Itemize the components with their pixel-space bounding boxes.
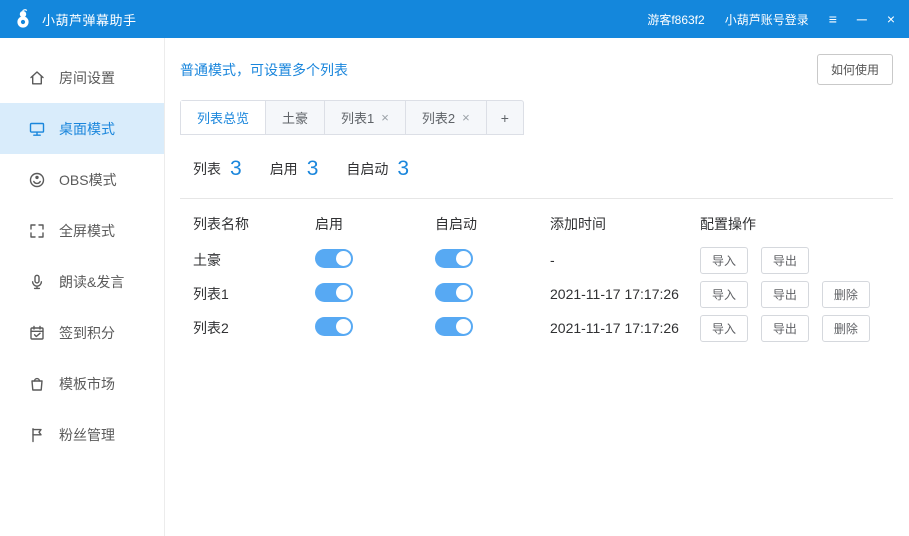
fullscreen-icon bbox=[28, 222, 46, 240]
col-header-enabled: 启用 bbox=[315, 214, 435, 234]
account-login-link[interactable]: 小葫芦账号登录 bbox=[725, 11, 809, 28]
titlebar-right: 游客f863f2 小葫芦账号登录 ≡ ─ × bbox=[647, 11, 895, 28]
enable-toggle[interactable] bbox=[315, 249, 353, 268]
lists-table: 列表名称 启用 自启动 添加时间 配置操作 土豪 - 导入 导出 bbox=[180, 199, 893, 345]
tab-label: 列表2 bbox=[422, 108, 455, 127]
added-time: 2021-11-17 17:17:26 bbox=[550, 320, 700, 336]
import-button[interactable]: 导入 bbox=[700, 281, 748, 308]
titlebar: 小葫芦弹幕助手 游客f863f2 小葫芦账号登录 ≡ ─ × bbox=[0, 0, 909, 38]
stat-value: 3 bbox=[230, 157, 242, 181]
minimize-button[interactable]: ─ bbox=[857, 12, 867, 26]
tab-overview[interactable]: 列表总览 bbox=[181, 101, 266, 134]
sidebar-item-label: 全屏模式 bbox=[59, 221, 115, 241]
app-title: 小葫芦弹幕助手 bbox=[42, 10, 137, 29]
stat-autostart: 自启动 3 bbox=[346, 157, 409, 181]
toggle-knob bbox=[456, 319, 471, 334]
stat-label: 启用 bbox=[270, 159, 298, 179]
delete-button[interactable]: 删除 bbox=[822, 281, 870, 308]
guest-id-label: 游客f863f2 bbox=[647, 11, 704, 28]
app-logo-icon bbox=[12, 8, 34, 30]
delete-button[interactable]: 删除 bbox=[822, 315, 870, 342]
import-button[interactable]: 导入 bbox=[700, 247, 748, 274]
list-name: 列表2 bbox=[193, 318, 315, 338]
enable-toggle[interactable] bbox=[315, 317, 353, 336]
stats-row: 列表 3 启用 3 自启动 3 bbox=[180, 155, 893, 183]
table-row: 列表1 2021-11-17 17:17:26 导入 导出 删除 bbox=[193, 277, 893, 311]
how-to-use-button[interactable]: 如何使用 bbox=[817, 54, 893, 85]
sidebar-item-label: 朗读&发言 bbox=[59, 272, 124, 292]
toggle-knob bbox=[336, 285, 351, 300]
tab-label: 土豪 bbox=[282, 108, 308, 127]
toggle-knob bbox=[336, 251, 351, 266]
tab-list1[interactable]: 列表1 × bbox=[325, 101, 406, 134]
sidebar-item-obs-mode[interactable]: OBS模式 bbox=[0, 154, 164, 205]
toggle-knob bbox=[456, 251, 471, 266]
toggle-knob bbox=[456, 285, 471, 300]
sidebar-item-label: 粉丝管理 bbox=[59, 425, 115, 445]
stat-lists: 列表 3 bbox=[193, 157, 242, 181]
sidebar-item-label: 签到积分 bbox=[59, 323, 115, 343]
tab-tuhao[interactable]: 土豪 bbox=[266, 101, 325, 134]
col-header-autostart: 自启动 bbox=[435, 214, 550, 234]
window-body: 房间设置 桌面模式 OBS模式 全屏模式 bbox=[0, 38, 909, 536]
stat-value: 3 bbox=[397, 157, 409, 181]
main-header: 普通模式，可设置多个列表 如何使用 bbox=[180, 54, 893, 85]
monitor-icon bbox=[28, 120, 46, 138]
table-row: 土豪 - 导入 导出 bbox=[193, 243, 893, 277]
sidebar-item-checkin-points[interactable]: 签到积分 bbox=[0, 307, 164, 358]
sidebar-item-label: OBS模式 bbox=[59, 170, 117, 190]
sidebar-item-fullscreen-mode[interactable]: 全屏模式 bbox=[0, 205, 164, 256]
obs-icon bbox=[28, 171, 46, 189]
table-row: 列表2 2021-11-17 17:17:26 导入 导出 删除 bbox=[193, 311, 893, 345]
table-header-row: 列表名称 启用 自启动 添加时间 配置操作 bbox=[193, 199, 893, 243]
sidebar-item-label: 房间设置 bbox=[59, 68, 115, 88]
stat-label: 自启动 bbox=[346, 159, 388, 179]
tab-close-icon[interactable]: × bbox=[381, 111, 389, 124]
export-button[interactable]: 导出 bbox=[761, 315, 809, 342]
col-header-actions: 配置操作 bbox=[700, 214, 893, 234]
import-button[interactable]: 导入 bbox=[700, 315, 748, 342]
sidebar-item-label: 桌面模式 bbox=[59, 119, 115, 139]
stat-value: 3 bbox=[307, 157, 319, 181]
tab-close-icon[interactable]: × bbox=[462, 111, 470, 124]
added-time: 2021-11-17 17:17:26 bbox=[550, 286, 700, 302]
titlebar-left: 小葫芦弹幕助手 bbox=[12, 8, 137, 30]
tab-list2[interactable]: 列表2 × bbox=[406, 101, 487, 134]
col-header-name: 列表名称 bbox=[193, 214, 315, 234]
stat-label: 列表 bbox=[193, 159, 221, 179]
autostart-toggle[interactable] bbox=[435, 283, 473, 302]
tab-label: 列表1 bbox=[341, 108, 374, 127]
flag-icon bbox=[28, 426, 46, 444]
sidebar-item-label: 模板市场 bbox=[59, 374, 115, 394]
add-tab-button[interactable]: + bbox=[487, 101, 523, 134]
microphone-icon bbox=[28, 273, 46, 291]
list-name: 列表1 bbox=[193, 284, 315, 304]
col-header-added-time: 添加时间 bbox=[550, 214, 700, 234]
menu-icon[interactable]: ≡ bbox=[829, 12, 837, 26]
export-button[interactable]: 导出 bbox=[761, 247, 809, 274]
list-tabs: 列表总览 土豪 列表1 × 列表2 × + bbox=[180, 100, 524, 135]
list-name: 土豪 bbox=[193, 250, 315, 270]
stat-enabled: 启用 3 bbox=[270, 157, 319, 181]
added-time: - bbox=[550, 252, 700, 268]
sidebar-item-tts-speech[interactable]: 朗读&发言 bbox=[0, 256, 164, 307]
shop-bag-icon bbox=[28, 375, 46, 393]
autostart-toggle[interactable] bbox=[435, 317, 473, 336]
toggle-knob bbox=[336, 319, 351, 334]
sidebar-item-fans-management[interactable]: 粉丝管理 bbox=[0, 409, 164, 460]
export-button[interactable]: 导出 bbox=[761, 281, 809, 308]
sidebar-item-template-market[interactable]: 模板市场 bbox=[0, 358, 164, 409]
enable-toggle[interactable] bbox=[315, 283, 353, 302]
autostart-toggle[interactable] bbox=[435, 249, 473, 268]
tab-label: 列表总览 bbox=[197, 108, 249, 127]
mode-subtitle: 普通模式，可设置多个列表 bbox=[180, 60, 348, 80]
main-content: 普通模式，可设置多个列表 如何使用 列表总览 土豪 列表1 × 列表2 × bbox=[165, 38, 909, 536]
close-button[interactable]: × bbox=[887, 12, 895, 26]
calendar-check-icon bbox=[28, 324, 46, 342]
home-icon bbox=[28, 69, 46, 87]
sidebar-item-desktop-mode[interactable]: 桌面模式 bbox=[0, 103, 164, 154]
sidebar: 房间设置 桌面模式 OBS模式 全屏模式 bbox=[0, 38, 165, 536]
sidebar-item-room-settings[interactable]: 房间设置 bbox=[0, 52, 164, 103]
app-window: 小葫芦弹幕助手 游客f863f2 小葫芦账号登录 ≡ ─ × 房间设置 桌面模式 bbox=[0, 0, 909, 536]
